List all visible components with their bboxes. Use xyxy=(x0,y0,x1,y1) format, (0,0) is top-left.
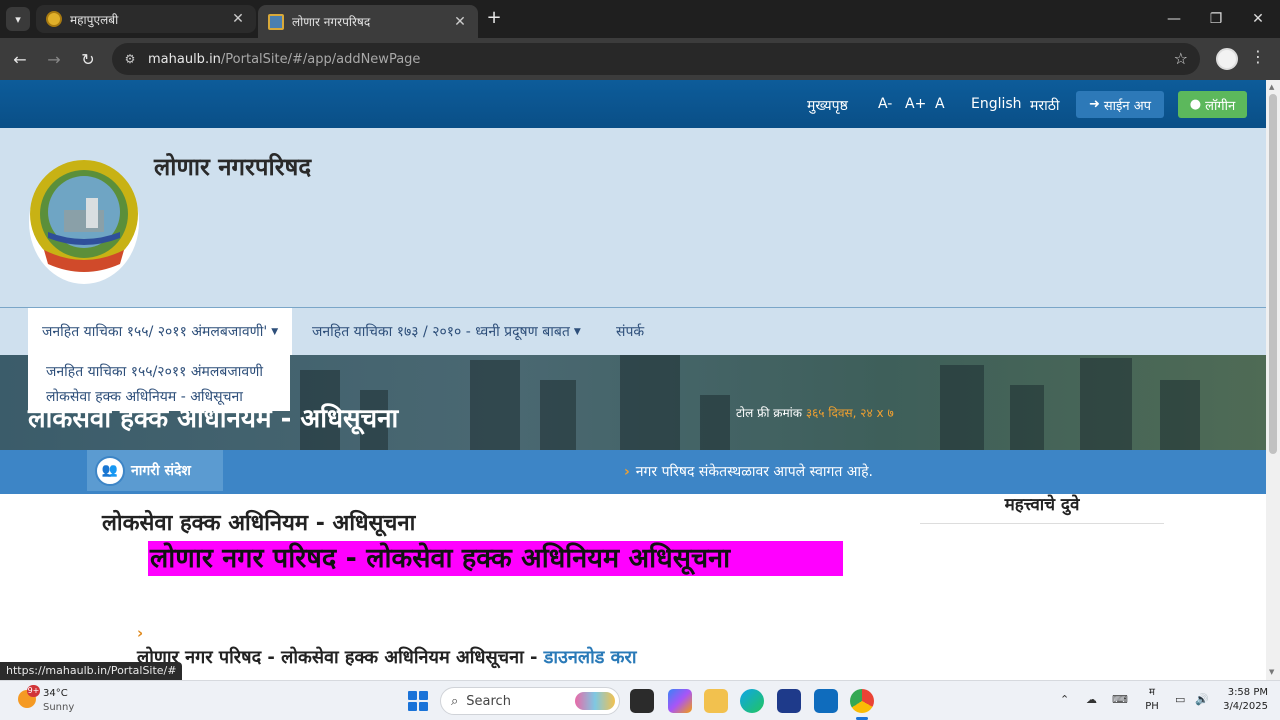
browser-tabstrip: ▾ महापुएलबी ✕ लोणार नगरपरिषद ✕ + — ❐ ✕ xyxy=(0,0,1280,38)
minimize-icon[interactable]: — xyxy=(1152,0,1196,38)
signup-button[interactable]: ➜ साईन अप xyxy=(1076,91,1164,118)
windows-start-icon[interactable] xyxy=(408,691,428,711)
news-ticker-bar: 👥 नागरी संदेश › नगर परिषद संकेतस्थळावर आप… xyxy=(0,450,1266,494)
new-tab-button[interactable]: + xyxy=(484,8,504,28)
site-info-icon[interactable]: ⚙ xyxy=(120,49,140,69)
clock-date: 3/4/2025 xyxy=(1223,701,1268,712)
windows-taskbar: 9+ 34°C Sunny ⌕ Search ⌃ ☁ ⌨ म PH ▭ 🔊 3:… xyxy=(0,680,1280,720)
nav-item-contact[interactable]: संपर्क xyxy=(602,308,658,355)
chevron-right-icon: › xyxy=(624,464,630,480)
news-label-box: 👥 नागरी संदेश xyxy=(87,450,223,491)
toll-free-number: ३६५ दिवस, २४ x ७ xyxy=(805,406,894,420)
download-line: लोणार नगर परिषद - लोकसेवा हक्क अधिनियम अ… xyxy=(137,645,637,669)
signup-label: साईन अप xyxy=(1103,98,1152,114)
close-window-icon[interactable]: ✕ xyxy=(1236,0,1280,38)
toll-free-label: टोल फ्री क्रमांक xyxy=(736,406,802,420)
main-nav: जनहित याचिका १५५/ २०११ अंमलबजावणी' ▼ जनहि… xyxy=(0,308,1266,355)
browser-toolbar: ← → ↻ ⚙ mahaulb.in/PortalSite/#/app/addN… xyxy=(0,38,1280,80)
outlook-icon[interactable] xyxy=(814,689,838,713)
users-icon: 👥 xyxy=(95,455,125,486)
search-highlight-image xyxy=(575,692,615,710)
input-language-indicator[interactable]: म PH xyxy=(1144,686,1160,714)
municipal-council-logo xyxy=(29,160,139,284)
nav-item-pil-155[interactable]: जनहित याचिका १५५/ २०११ अंमलबजावणी' ▼ xyxy=(28,308,293,355)
sign-in-arrow-icon: ➜ xyxy=(1088,97,1100,112)
edge-browser-icon[interactable] xyxy=(740,689,764,713)
browser-tab-inactive[interactable]: महापुएलबी ✕ xyxy=(36,5,256,33)
login-button[interactable]: ● लॉगीन xyxy=(1178,91,1247,118)
site-title: लोणार नगरपरिषद xyxy=(154,153,312,181)
tab-title: लोणार नगरपरिषद xyxy=(292,15,371,29)
language-english-link[interactable]: English xyxy=(971,96,1022,112)
chrome-icon[interactable] xyxy=(850,689,874,713)
language-marathi-link[interactable]: मराठी xyxy=(1030,96,1059,115)
address-bar[interactable]: ⚙ mahaulb.in/PortalSite/#/app/addNewPage… xyxy=(112,43,1200,75)
news-label: नागरी संदेश xyxy=(131,463,191,479)
show-hidden-icons-chevron-icon[interactable]: ⌃ xyxy=(1060,693,1069,706)
back-arrow-icon[interactable]: ← xyxy=(8,47,32,71)
notification-badge: 9+ xyxy=(27,685,40,697)
nav-item-label: जनहित याचिका १७३ / २०१० - ध्वनी प्रदूषण … xyxy=(312,324,570,340)
close-tab-icon[interactable]: ✕ xyxy=(230,11,246,27)
browser-menu-icon[interactable]: ⋮ xyxy=(1250,47,1266,66)
system-clock[interactable]: 3:58 PM 3/4/2025 xyxy=(1218,686,1268,714)
dropdown-item-rts-notification[interactable]: लोकसेवा हक्क अधिनियम - अधिसूचना xyxy=(46,386,290,411)
weather-condition[interactable]: Sunny xyxy=(43,702,74,713)
close-tab-icon[interactable]: ✕ xyxy=(452,14,468,30)
font-decrease-button[interactable]: A- xyxy=(878,96,892,112)
font-normal-button[interactable]: A xyxy=(935,96,945,112)
clock-time: 3:58 PM xyxy=(1227,687,1268,698)
search-label: Search xyxy=(466,693,511,709)
store-icon[interactable] xyxy=(777,689,801,713)
volume-icon[interactable]: 🔊 xyxy=(1195,693,1209,706)
bookmark-star-icon[interactable]: ☆ xyxy=(1174,49,1188,68)
scroll-down-icon[interactable]: ▼ xyxy=(1269,668,1274,676)
top-utility-bar: मुख्यपृष्ठ A- A+ A English मराठी ➜ साईन … xyxy=(0,80,1266,128)
reload-icon[interactable]: ↻ xyxy=(76,47,100,71)
site-header: लोणार नगरपरिषद xyxy=(0,128,1266,308)
nav-item-label: जनहित याचिका १५५/ २०११ अंमलबजावणी' xyxy=(42,324,268,340)
page-scrollbar[interactable]: ▲ ▼ xyxy=(1266,80,1280,680)
chevron-right-icon: › xyxy=(137,624,144,642)
scrollbar-thumb[interactable] xyxy=(1269,94,1277,454)
weather-temperature[interactable]: 34°C xyxy=(43,688,68,699)
scroll-up-icon[interactable]: ▲ xyxy=(1269,83,1274,91)
search-icon: ⌕ xyxy=(451,693,459,709)
keyboard-icon[interactable]: ⌨ xyxy=(1112,693,1128,706)
browser-tab-active[interactable]: लोणार नगरपरिषद ✕ xyxy=(258,5,478,38)
download-text: लोणार नगर परिषद - लोकसेवा हक्क अधिनियम अ… xyxy=(137,647,544,668)
download-link[interactable]: डाउनलोड करा xyxy=(544,647,637,668)
dropdown-item-pil-155[interactable]: जनहित याचिका १५५/२०११ अंमलबजावणी xyxy=(46,361,290,386)
nav-item-pil-173[interactable]: जनहित याचिका १७३ / २०१० - ध्वनी प्रदूषण … xyxy=(298,308,595,355)
url-text[interactable]: mahaulb.in/PortalSite/#/app/addNewPage xyxy=(148,52,420,67)
copilot-icon[interactable] xyxy=(668,689,692,713)
profile-avatar[interactable] xyxy=(1216,48,1238,70)
page-viewport: मुख्यपृष्ठ A- A+ A English मराठी ➜ साईन … xyxy=(0,80,1266,680)
font-increase-button[interactable]: A+ xyxy=(905,96,926,112)
login-label: लॉगीन xyxy=(1205,98,1236,114)
nav-dropdown-menu: जनहित याचिका १५५/२०११ अंमलबजावणी लोकसेवा… xyxy=(28,355,290,411)
forward-arrow-icon[interactable]: → xyxy=(42,47,66,71)
important-links-title: महत्त्वाचे दुवे xyxy=(920,492,1164,524)
site-favicon-icon xyxy=(268,13,284,30)
network-icon[interactable]: ▭ xyxy=(1175,693,1185,706)
news-ticker-text[interactable]: › नगर परिषद संकेतस्थळावर आपले स्वागत आहे. xyxy=(624,462,873,481)
link-status-bubble: https://mahaulb.in/PortalSite/# xyxy=(0,662,183,680)
file-explorer-icon[interactable] xyxy=(704,689,728,713)
tab-search-button[interactable]: ▾ xyxy=(6,7,30,31)
caret-down-icon: ▼ xyxy=(271,326,279,337)
nav-item-label: संपर्क xyxy=(616,324,645,340)
onedrive-cloud-icon[interactable]: ☁ xyxy=(1086,693,1097,706)
caret-down-icon: ▼ xyxy=(573,326,581,337)
tab-title: महापुएलबी xyxy=(70,12,119,27)
restore-icon[interactable]: ❐ xyxy=(1194,0,1238,38)
content-title: लोकसेवा हक्क अधिनियम - अधिसूचना xyxy=(102,511,416,536)
highlighted-heading: लोणार नगर परिषद - लोकसेवा हक्क अधिनियम अ… xyxy=(148,541,843,576)
coin-favicon-icon xyxy=(46,11,62,27)
home-link[interactable]: मुख्यपृष्ठ xyxy=(807,96,848,115)
toll-free-info: टोल फ्री क्रमांक ३६५ दिवस, २४ x ७ xyxy=(736,404,894,421)
task-view-icon[interactable] xyxy=(630,689,654,713)
taskbar-search[interactable]: ⌕ Search xyxy=(440,687,620,715)
user-icon: ● xyxy=(1189,97,1202,112)
